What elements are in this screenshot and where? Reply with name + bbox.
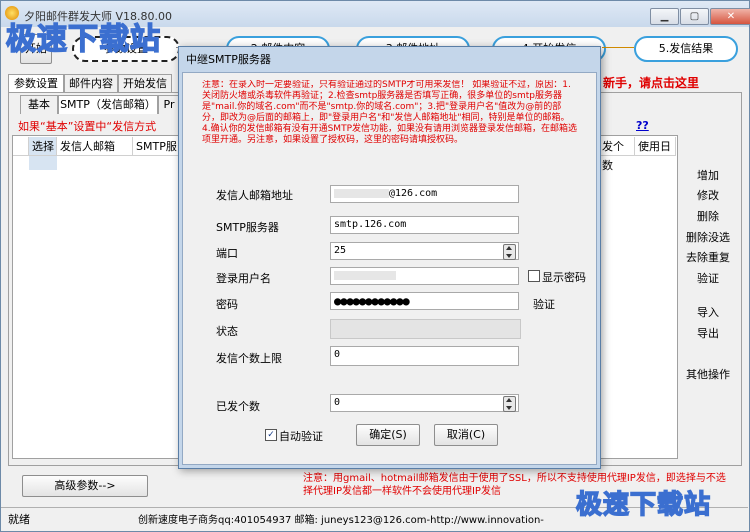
sent-count-field[interactable]: 0 <box>330 394 519 412</box>
username-field[interactable] <box>330 267 519 285</box>
sender-field[interactable]: @126.com <box>330 185 519 203</box>
dedupe-button[interactable]: 去除重复 <box>683 249 733 265</box>
contact-info: 创新速度电子商务qq:401054937 邮箱: juneys123@126.c… <box>138 515 544 526</box>
verify-all-button[interactable]: 验证 <box>683 270 733 286</box>
step-send-result[interactable]: 5.发信结果 <box>634 36 738 62</box>
step-connector-arrow <box>602 47 634 48</box>
edit-button[interactable]: 修改 <box>683 187 733 203</box>
send-limit-field[interactable]: 0 <box>330 346 519 366</box>
hint-text: 如果“基本”设置中“发信方式 <box>18 120 157 133</box>
sent-label: 已发个数 <box>216 400 260 413</box>
delete-unselected-button[interactable]: 删除没选 <box>683 229 733 245</box>
status-text: 就绪 <box>8 513 30 526</box>
close-button[interactable]: ✕ <box>710 8 750 25</box>
pwd-label: 密码 <box>216 298 238 311</box>
delete-button[interactable]: 删除 <box>683 208 733 224</box>
show-password-checkbox[interactable] <box>528 270 540 282</box>
col-use-date[interactable]: 使用日 <box>635 137 676 156</box>
subtab-proxy[interactable]: Pr <box>158 95 180 114</box>
col-sent-count[interactable]: 发个数 <box>599 137 635 172</box>
tab-start-send[interactable]: 开始发信 <box>118 74 172 93</box>
status-label: 状态 <box>216 325 238 338</box>
tab-mail-content[interactable]: 邮件内容 <box>64 74 118 93</box>
user-label: 登录用户名 <box>216 272 271 285</box>
port-spin-icon[interactable] <box>503 244 516 260</box>
auto-verify-checkbox[interactable]: ✓ <box>265 429 277 441</box>
dialog-warning: 注意：在录入时一定要验证，只有验证通过的SMTP才可用来发信！ 如果验证不过，原… <box>202 80 577 145</box>
subtab-smtp[interactable]: SMTP（发信邮箱） <box>58 95 158 114</box>
advanced-params-button[interactable]: 高级参数--> <box>22 475 148 497</box>
verify-link[interactable]: 验证 <box>533 296 555 312</box>
subtab-basic[interactable]: 基本 <box>20 95 58 114</box>
show-password-label: 显示密码 <box>542 271 586 284</box>
table-corner <box>13 137 29 156</box>
smtp-label: SMTP服务器 <box>216 221 279 234</box>
sent-spin-icon[interactable] <box>503 396 516 412</box>
col-smtp[interactable]: SMTP服务 <box>133 137 180 156</box>
table-row[interactable] <box>29 156 57 170</box>
more-actions-button[interactable]: 其他操作 <box>683 366 733 382</box>
col-select[interactable]: 选择 <box>29 137 57 156</box>
port-label: 端口 <box>216 247 238 260</box>
import-button[interactable]: 导入 <box>683 304 733 320</box>
col-sender[interactable]: 发信人邮箱 <box>57 137 133 156</box>
limit-label: 发信个数上限 <box>216 352 282 365</box>
smtp-table-right <box>598 135 678 459</box>
password-field[interactable]: ●●●●●●●●●●●● <box>330 292 519 310</box>
help-link[interactable]: ?? <box>636 119 649 132</box>
port-field[interactable]: 25 <box>330 242 519 260</box>
cancel-button[interactable]: 取消(C) <box>434 424 498 446</box>
watermark-bottom: 极速下载站 <box>575 489 712 521</box>
dialog-title: 中继SMTP服务器 <box>186 53 271 66</box>
add-button[interactable]: 增加 <box>683 167 733 183</box>
auto-verify-label: 自动验证 <box>279 430 323 443</box>
status-field <box>330 319 521 339</box>
export-button[interactable]: 导出 <box>683 325 733 341</box>
sender-label: 发信人邮箱地址 <box>216 189 293 202</box>
maximize-button[interactable]: ▢ <box>680 8 709 25</box>
watermark-top: 极速下载站 <box>5 21 161 58</box>
tab-params[interactable]: 参数设置 <box>8 74 64 93</box>
ok-button[interactable]: 确定(S) <box>356 424 420 446</box>
newbie-link[interactable]: 新手，请点击这里 <box>603 74 699 91</box>
minimize-button[interactable]: ▁ <box>650 8 679 25</box>
smtp-server-field[interactable]: smtp.126.com <box>330 216 519 234</box>
smtp-table <box>12 135 182 459</box>
